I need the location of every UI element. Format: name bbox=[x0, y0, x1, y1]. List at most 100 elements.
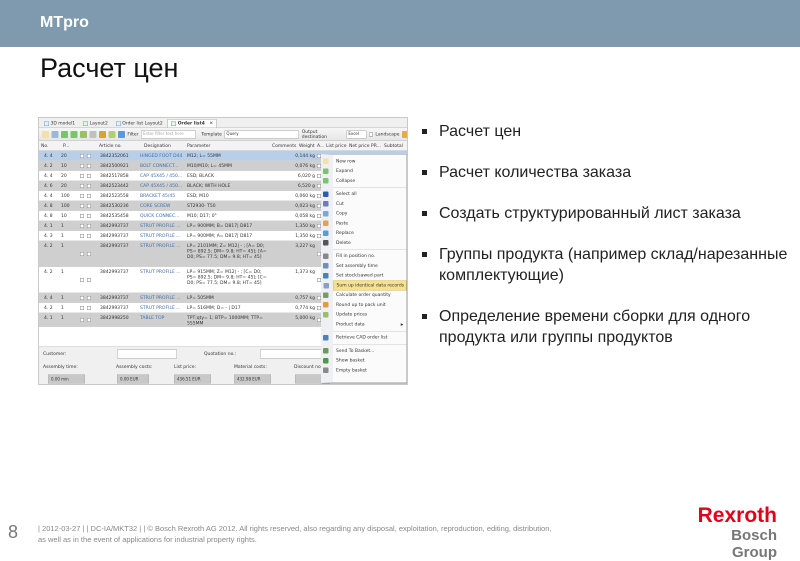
tab-3d-model[interactable]: 3D model1 bbox=[41, 120, 78, 128]
menu-item[interactable]: Paste bbox=[323, 219, 407, 229]
col-list-price[interactable]: List price bbox=[326, 144, 347, 149]
tab-order-list-layout[interactable]: Order list Layout2 bbox=[113, 120, 166, 128]
col-pr[interactable]: PR... bbox=[371, 144, 381, 149]
col-article[interactable]: Article no. bbox=[99, 144, 122, 149]
menu-item[interactable]: Delete bbox=[323, 238, 407, 248]
row-designation[interactable]: STRUT PROFILE ... bbox=[140, 270, 183, 276]
menu-item[interactable]: Round up to pack unit bbox=[323, 300, 407, 310]
menu-item[interactable]: Set assembly time bbox=[323, 261, 407, 271]
menu-item[interactable]: Retrieve CAD order list bbox=[323, 333, 407, 343]
row-checkbox[interactable] bbox=[80, 164, 84, 168]
row-checkbox[interactable] bbox=[87, 164, 91, 168]
col-no[interactable]: No. bbox=[41, 144, 48, 149]
row-checkbox[interactable] bbox=[87, 194, 91, 198]
row-checkbox[interactable] bbox=[80, 154, 84, 158]
row-checkbox[interactable] bbox=[87, 296, 91, 300]
row-designation[interactable]: BOLT CONNECT... bbox=[140, 164, 183, 170]
menu-item[interactable]: Show basket bbox=[323, 356, 407, 366]
row-checkbox[interactable] bbox=[80, 306, 84, 310]
menu-item[interactable]: Select all bbox=[323, 189, 407, 199]
export-icon[interactable] bbox=[117, 130, 125, 138]
row-checkbox[interactable] bbox=[87, 174, 91, 178]
refresh-icon[interactable] bbox=[79, 130, 87, 138]
template-select[interactable]: Query bbox=[224, 130, 300, 139]
row-designation[interactable]: TABLE TOP bbox=[140, 316, 183, 322]
menu-item[interactable]: Collapse bbox=[323, 176, 407, 186]
row-checkbox[interactable] bbox=[80, 278, 84, 282]
expand-icon[interactable] bbox=[60, 130, 68, 138]
row-checkbox[interactable] bbox=[87, 204, 91, 208]
menu-item[interactable]: Sum up identical data records bbox=[323, 280, 407, 291]
row-designation[interactable]: STRUT PROFILE ... bbox=[140, 244, 183, 250]
calculate-icon[interactable] bbox=[98, 130, 106, 138]
row-checkbox[interactable] bbox=[80, 234, 84, 238]
row-checkbox[interactable] bbox=[80, 204, 84, 208]
settings-icon[interactable] bbox=[89, 130, 97, 138]
menu-item[interactable]: Update prices bbox=[323, 310, 407, 320]
landscape-checkbox[interactable] bbox=[368, 132, 373, 137]
col-p[interactable]: P... bbox=[63, 144, 69, 149]
row-article: 3842517858 bbox=[100, 173, 129, 179]
row-weight: 3,227 kg bbox=[295, 243, 315, 249]
col-subtotal[interactable]: Subtotal bbox=[384, 144, 403, 149]
row-designation[interactable]: HINGED FOOT D44 bbox=[140, 154, 183, 160]
prices-icon[interactable] bbox=[108, 130, 116, 138]
row-qty: 1 bbox=[61, 295, 64, 301]
row-checkbox[interactable] bbox=[80, 174, 84, 178]
row-designation[interactable]: STRUT PROFILE ... bbox=[140, 224, 183, 230]
row-checkbox[interactable] bbox=[87, 224, 91, 228]
row-checkbox[interactable] bbox=[87, 318, 91, 322]
row-checkbox[interactable] bbox=[80, 194, 84, 198]
row-designation[interactable]: CAP 45X45 / 450... bbox=[140, 174, 183, 180]
menu-item[interactable]: Empty basket bbox=[323, 366, 407, 376]
collapse-icon[interactable] bbox=[70, 130, 78, 138]
row-checkbox[interactable] bbox=[80, 214, 84, 218]
position-number-icon[interactable] bbox=[51, 130, 59, 138]
menu-item[interactable]: Expand bbox=[323, 166, 407, 176]
tab-order-list[interactable]: Order list4 ✕ bbox=[167, 119, 217, 128]
menu-item[interactable]: Calculate order quantity bbox=[323, 290, 407, 300]
col-designation[interactable]: Designation bbox=[144, 144, 171, 149]
row-designation[interactable]: STRUT PROFILE ... bbox=[140, 234, 183, 240]
row-designation[interactable]: BRACKET 45/45 bbox=[140, 194, 183, 200]
row-checkbox[interactable] bbox=[87, 154, 91, 158]
new-icon[interactable] bbox=[42, 130, 49, 138]
menu-item[interactable]: Cut bbox=[323, 199, 407, 209]
row-checkbox[interactable] bbox=[80, 184, 84, 188]
menu-item[interactable]: Replace bbox=[323, 228, 407, 238]
row-designation[interactable]: STRUT PROFILE ... bbox=[140, 306, 183, 312]
cad-list-icon bbox=[323, 334, 329, 341]
customer-input[interactable] bbox=[117, 349, 177, 359]
row-designation[interactable]: CORE SCREW bbox=[140, 204, 183, 210]
col-weight[interactable]: Weight bbox=[299, 144, 315, 149]
row-designation[interactable]: QUICK CONNEC... bbox=[140, 214, 183, 220]
close-icon[interactable]: ✕ bbox=[209, 121, 213, 126]
row-designation[interactable]: STRUT PROFILE ... bbox=[140, 296, 183, 302]
row-checkbox[interactable] bbox=[87, 234, 91, 238]
row-checkbox[interactable] bbox=[80, 296, 84, 300]
filter-input[interactable]: Enter filter text here bbox=[141, 130, 196, 139]
tab-layout[interactable]: Layout2 bbox=[80, 120, 111, 128]
row-checkbox[interactable] bbox=[87, 278, 91, 282]
menu-item[interactable]: Fill in position no. bbox=[323, 251, 407, 261]
menu-item[interactable]: Product data ▶ bbox=[333, 320, 407, 330]
row-checkbox[interactable] bbox=[87, 252, 91, 256]
col-parameter[interactable]: Parameter bbox=[187, 144, 210, 149]
menu-item[interactable]: New row bbox=[323, 157, 407, 167]
row-checkbox[interactable] bbox=[80, 224, 84, 228]
quotation-input[interactable] bbox=[260, 349, 330, 359]
row-checkbox[interactable] bbox=[80, 318, 84, 322]
output-select[interactable]: Excel bbox=[346, 130, 367, 139]
col-a[interactable]: A... bbox=[317, 144, 324, 149]
menu-item[interactable]: Set stock/sawed part bbox=[323, 271, 407, 281]
row-checkbox[interactable] bbox=[87, 214, 91, 218]
menu-item[interactable]: Send To Basket... bbox=[323, 346, 407, 356]
row-checkbox[interactable] bbox=[80, 252, 84, 256]
row-checkbox[interactable] bbox=[87, 184, 91, 188]
row-checkbox[interactable] bbox=[87, 306, 91, 310]
col-comments[interactable]: Comments bbox=[272, 144, 296, 149]
print-icon[interactable] bbox=[402, 130, 407, 138]
row-designation[interactable]: CAP 45X45 / 450... bbox=[140, 184, 183, 190]
menu-item[interactable]: Copy bbox=[323, 209, 407, 219]
col-net-price[interactable]: Net price bbox=[349, 144, 370, 149]
